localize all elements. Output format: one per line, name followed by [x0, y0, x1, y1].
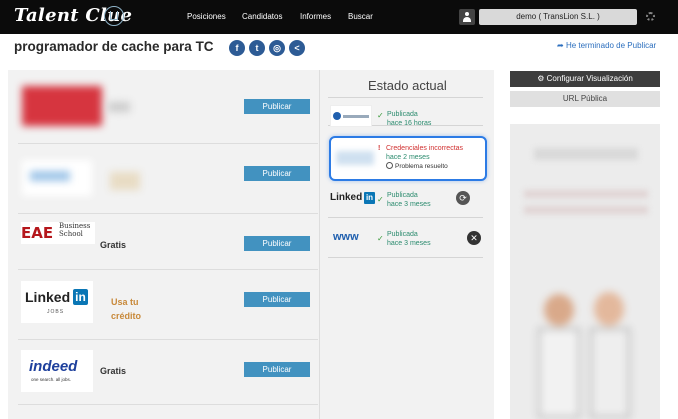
nav-candidatos[interactable]: Candidatos: [242, 12, 282, 21]
close-icon[interactable]: ✕: [467, 231, 481, 245]
status-item-3-state: Publicada: [387, 192, 418, 199]
gear-icon[interactable]: [646, 12, 655, 21]
top-navigation-bar: Talent Clue Posiciones Candidatos Inform…: [0, 0, 678, 34]
status-item-1-text: Publicada hace 16 horas: [387, 110, 431, 128]
check-icon: ✓: [377, 234, 384, 243]
nav-informes[interactable]: Informes: [300, 12, 331, 21]
price-label: Gratis: [100, 366, 127, 376]
indeed-tagline: one search. all jobs.: [31, 377, 72, 382]
use-credit-line1: Usa tu: [111, 297, 139, 307]
configure-visualization-button[interactable]: ⚙ Configurar Visualización: [510, 71, 660, 87]
finish-publishing-label: He terminado de Publicar: [565, 41, 657, 50]
public-url-button[interactable]: URL Pública: [510, 91, 660, 107]
status-item-4-state: Publicada: [387, 231, 418, 238]
linkedin-status-logo: Linked in: [330, 192, 375, 204]
status-item-3-time: hace 3 meses: [387, 201, 431, 208]
blurred-preview-illustration: [538, 274, 632, 419]
problem-resolved-label: Problema resuelto: [395, 163, 448, 170]
linkedin-jobs-sub: JOBS: [47, 309, 65, 315]
check-icon: ✓: [377, 111, 384, 120]
lightbulb-logo-icon: [104, 6, 124, 26]
blurred-preview-text: [524, 206, 648, 214]
divider: [328, 217, 483, 218]
status-item-1-time: hace 16 horas: [387, 120, 432, 127]
publish-button[interactable]: Publicar: [244, 236, 310, 251]
problem-resolved-radio[interactable]: Problema resuelto: [386, 162, 448, 170]
blurred-board-text: [108, 102, 130, 112]
status-item-3-text: Publicada hace 3 meses: [387, 191, 431, 209]
use-credit-label: Usa tu crédito: [111, 295, 141, 323]
refresh-icon[interactable]: ⟳: [456, 191, 470, 205]
nav-posiciones[interactable]: Posiciones: [187, 12, 226, 21]
facebook-share-icon[interactable]: f: [229, 40, 245, 56]
error-time: hace 2 meses: [386, 154, 430, 161]
status-item-4-time: hace 3 meses: [387, 240, 431, 247]
eae-logo: EAE Business School: [21, 222, 95, 244]
use-credit-line2: crédito: [111, 311, 142, 321]
warning-icon: !: [378, 145, 381, 152]
share-icon[interactable]: <: [289, 40, 305, 56]
blurred-board-text: [110, 172, 140, 190]
publish-button[interactable]: Publicar: [244, 166, 310, 181]
page-title: programador de cache para TC: [14, 39, 214, 54]
board-logo-text: [343, 115, 369, 118]
publish-button[interactable]: Publicar: [244, 99, 310, 114]
blurred-preview-text: [524, 190, 648, 198]
board-logo-mark: [333, 112, 341, 120]
check-icon: ✓: [377, 195, 384, 204]
radio-button[interactable]: [386, 162, 393, 169]
user-account-menu[interactable]: demo ( TransLion S.L. ): [479, 9, 637, 25]
divider: [328, 257, 483, 258]
status-item-4-text: Publicada hace 3 meses: [387, 230, 431, 248]
configure-visualization-label: Configurar Visualización: [546, 74, 633, 83]
divider: [328, 97, 483, 98]
publish-button[interactable]: Publicar: [244, 292, 310, 307]
status-item-1-state: Publicada: [387, 111, 418, 118]
nav-buscar[interactable]: Buscar: [348, 12, 373, 21]
linkedin-jobs-logo: Linked in JOBS: [21, 281, 93, 323]
price-label: Gratis: [100, 240, 127, 250]
indeed-logo: indeed one search. all jobs.: [21, 350, 93, 392]
blurred-board-logo: [336, 151, 374, 165]
blurred-board-logo-mark: [30, 171, 70, 181]
blurred-board-logo: [22, 86, 102, 126]
error-message: Credenciales incorrectas: [386, 145, 464, 152]
web-share-icon[interactable]: ◎: [269, 40, 285, 56]
www-logo: www: [333, 231, 359, 243]
blurred-preview-title: [534, 148, 638, 160]
job-page-preview: [510, 124, 660, 419]
publish-button[interactable]: Publicar: [244, 362, 310, 377]
status-board-logo: [330, 105, 372, 127]
finish-publishing-link[interactable]: ➦ He terminado de Publicar: [557, 41, 656, 50]
user-icon[interactable]: [459, 9, 475, 25]
twitter-share-icon[interactable]: t: [249, 40, 265, 56]
status-title: Estado actual: [368, 78, 447, 93]
